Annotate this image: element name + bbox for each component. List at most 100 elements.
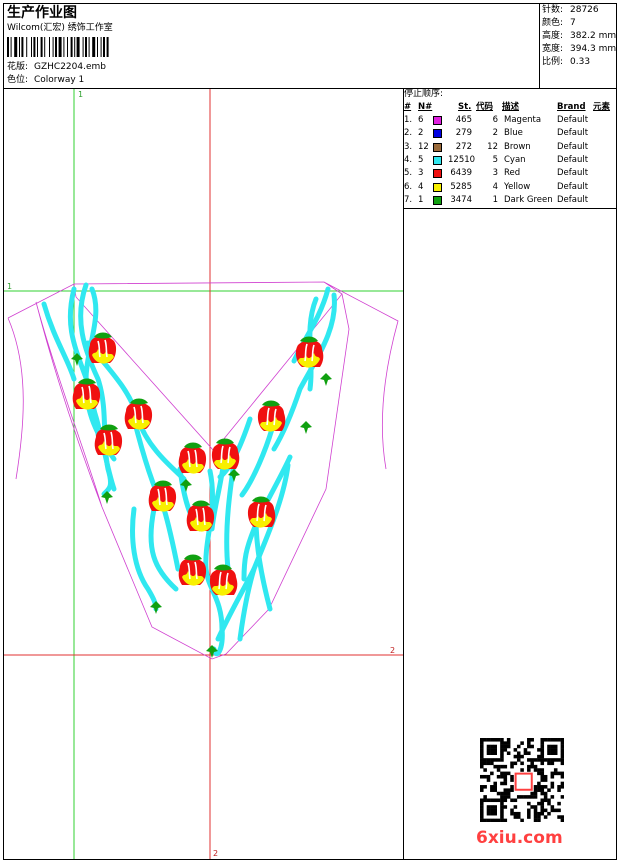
flower [295,336,324,368]
flower [209,564,238,596]
color-swatch [433,116,442,125]
table-row: 6. 4 5285 4 Yellow Default [404,181,618,194]
seq-cell: 7. [404,194,413,205]
desc-cell: Cyan [504,154,526,165]
needle-cell: 6 [418,115,424,125]
flower [211,438,240,470]
stem-stroke [203,468,225,657]
seq-cell: 4. [404,154,413,165]
stitches-cell: 12510 [448,154,476,165]
qr-code [480,738,564,822]
brand-cell: Default [557,154,589,165]
stat-value: 394.3 mm [570,44,617,54]
brand-cell: Default [557,115,589,125]
colorway-label: 色位: [7,75,29,85]
design-label: 花版: [7,62,29,72]
needle-cell: 4 [418,181,424,192]
guide-label-v2: 2 [213,849,218,858]
desc-cell: Red [504,168,521,179]
color-swatch [433,195,442,205]
stitches-cell: 465 [455,115,472,125]
stat-value: 382.2 mm [570,31,617,41]
flower [178,554,207,586]
table-row: 3. 12 272 12 Brown Default [404,141,618,154]
stat-label: 颜色: [542,18,564,28]
table-header: # N# St. 代码 描述 Brand 元素 [404,101,618,114]
leaf [320,373,332,386]
embroidery-drawing: 1 1 2 2 [4,89,403,859]
code-cell: 2 [492,128,498,139]
stem-stroke [239,426,275,498]
table-row: 7. 1 3474 1 Dark Green Default [404,194,618,207]
code-cell: 5 [492,154,498,165]
seq-cell: 6. [404,181,413,192]
brand-cell: Default [557,194,589,205]
code-cell: 3 [492,168,498,179]
col-header: Brand [557,102,586,112]
stat-value: 28726 [570,5,599,15]
col-header: 元素 [593,102,611,112]
desc-cell: Dark Green [504,194,553,205]
desc-cell: Magenta [504,115,542,125]
needle-cell: 5 [418,154,424,165]
watermark-text: 6xiu.com [476,828,563,848]
brand-cell: Default [557,168,589,179]
colorway-value: Colorway 1 [34,75,85,85]
needle-cell: 1 [418,194,424,205]
stitches-cell: 6439 [450,168,472,179]
table-row: 1. 6 465 6 Magenta Default [404,114,618,127]
desc-cell: Brown [504,141,531,152]
barcode [7,37,109,57]
desc-cell: Yellow [504,181,531,192]
col-header: 描述 [502,102,520,112]
guide-label-v1: 1 [78,90,83,99]
stat-label: 高度: [542,31,564,41]
code-cell: 4 [492,181,498,192]
seal-stamp [514,772,533,791]
stitches-cell: 5285 [450,181,472,192]
seq-cell: 5. [404,168,413,179]
seq-cell: 1. [404,115,413,125]
leaf [150,601,162,614]
desc-cell: Blue [504,128,523,139]
table-row: 4. 5 12510 5 Cyan Default [404,154,618,167]
stitches-cell: 272 [455,141,472,152]
code-cell: 12 [487,141,498,152]
stitches-cell: 3474 [450,194,472,205]
code-cell: 6 [492,115,498,125]
brand-cell: Default [557,181,589,192]
stat-value: 0.33 [570,57,591,67]
design-value: GZHC2204.emb [34,62,106,72]
stat-label: 针数: [542,5,564,15]
flower [247,496,276,528]
guide-label-h1: 1 [7,282,12,291]
needle-cell: 12 [418,141,429,152]
leaf [300,421,312,434]
subtitle: Wilcom(汇宏) 绣饰工作室 [7,23,113,33]
color-swatch [433,142,442,152]
brand-cell: Default [557,128,589,139]
table-row: 2. 2 279 2 Blue Default [404,127,618,140]
needle-cell: 2 [418,128,424,139]
code-cell: 1 [492,194,498,205]
color-swatch [433,169,442,179]
col-header: 代码 [476,102,494,112]
guide-label-h2: 2 [390,646,395,655]
flower [124,398,153,430]
stat-label: 比例: [542,57,564,67]
col-header: St. [458,102,472,112]
page-title: 生产作业图 [7,5,77,21]
seq-cell: 2. [404,128,413,139]
color-swatch [433,182,442,192]
col-header: # [404,102,412,112]
brand-cell: Default [557,141,589,152]
needle-cell: 3 [418,168,424,179]
seq-cell: 3. [404,141,413,152]
garment-outline [7,281,399,660]
color-swatch [433,129,442,139]
stop-sequence-title: 停止顺序: [404,89,444,99]
table-row: 5. 3 6439 3 Red Default [404,167,618,180]
col-header: N# [418,102,433,112]
flower [72,378,101,410]
flower [178,442,207,474]
